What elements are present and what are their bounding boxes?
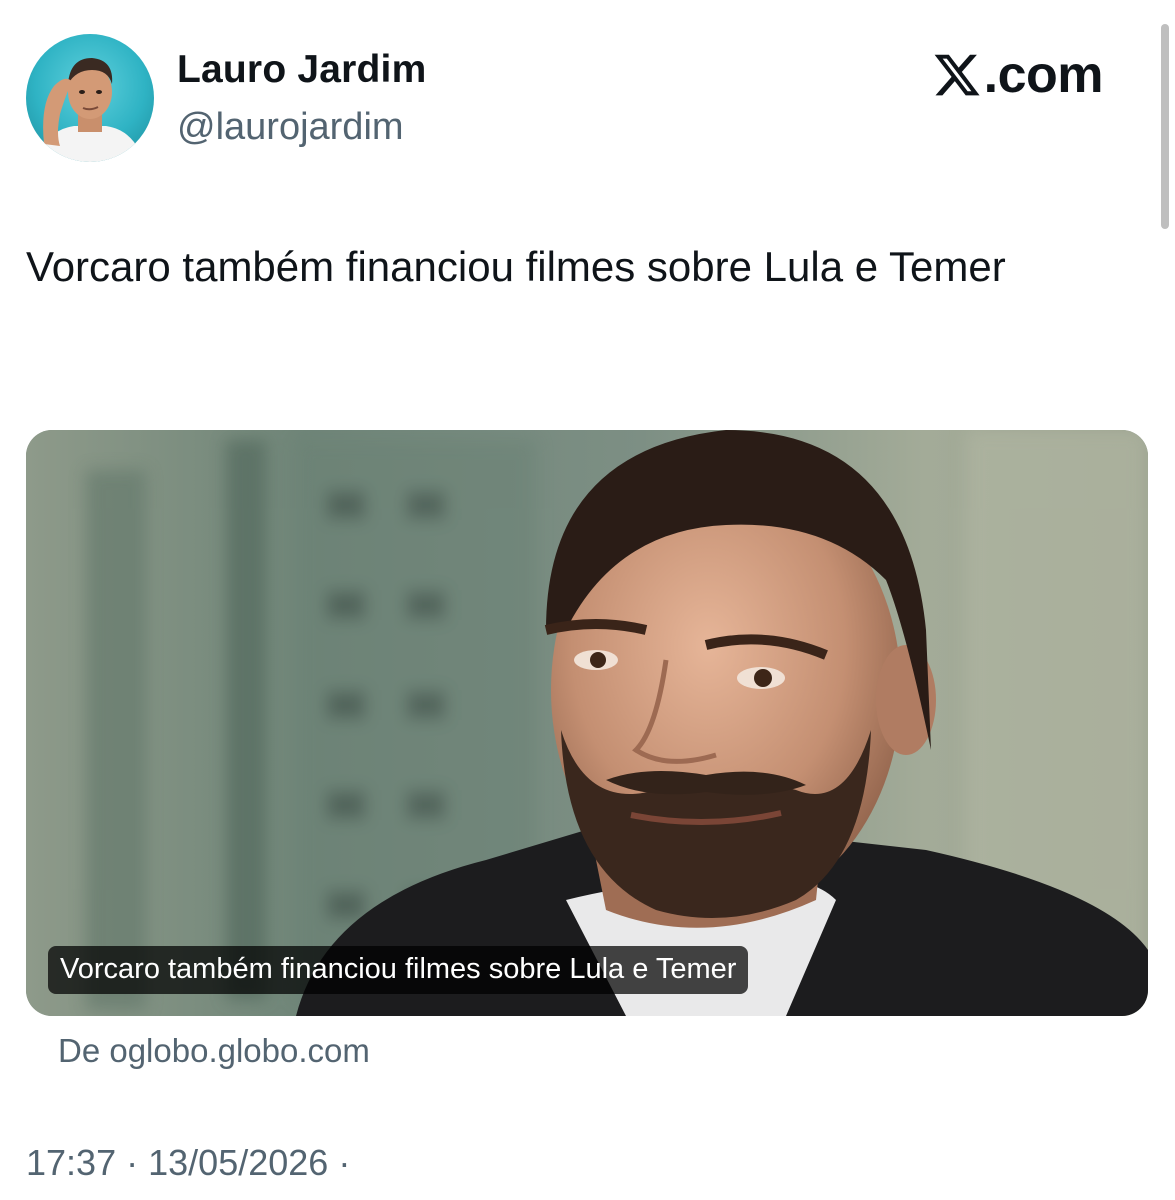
card-caption: Vorcaro também financiou filmes sobre Lu…	[48, 946, 749, 994]
meta-separator: ·	[126, 1142, 139, 1183]
scrollbar[interactable]	[1161, 24, 1169, 229]
card-image	[26, 430, 1148, 1016]
x-brand: .com	[932, 44, 1104, 106]
author-avatar[interactable]	[26, 34, 154, 162]
tweet-text: Vorcaro também financiou filmes sobre Lu…	[26, 243, 1006, 290]
x-logo-icon	[934, 54, 980, 96]
meta-separator-trailing: ·	[338, 1142, 351, 1183]
card-source[interactable]: De oglobo.globo.com	[58, 1032, 370, 1070]
tweet-time: 17:37	[26, 1142, 117, 1183]
tweet-timestamp[interactable]: 17:37 · 13/05/2026 ·	[26, 1142, 350, 1184]
link-card[interactable]: Vorcaro também financiou filmes sobre Lu…	[26, 430, 1148, 1016]
brand-domain-text: .com	[983, 46, 1104, 104]
author-handle[interactable]: @laurojardim	[177, 106, 404, 149]
avatar-image	[36, 58, 144, 162]
tweet-date: 13/05/2026	[148, 1142, 329, 1183]
author-display-name[interactable]: Lauro Jardim	[177, 48, 426, 92]
